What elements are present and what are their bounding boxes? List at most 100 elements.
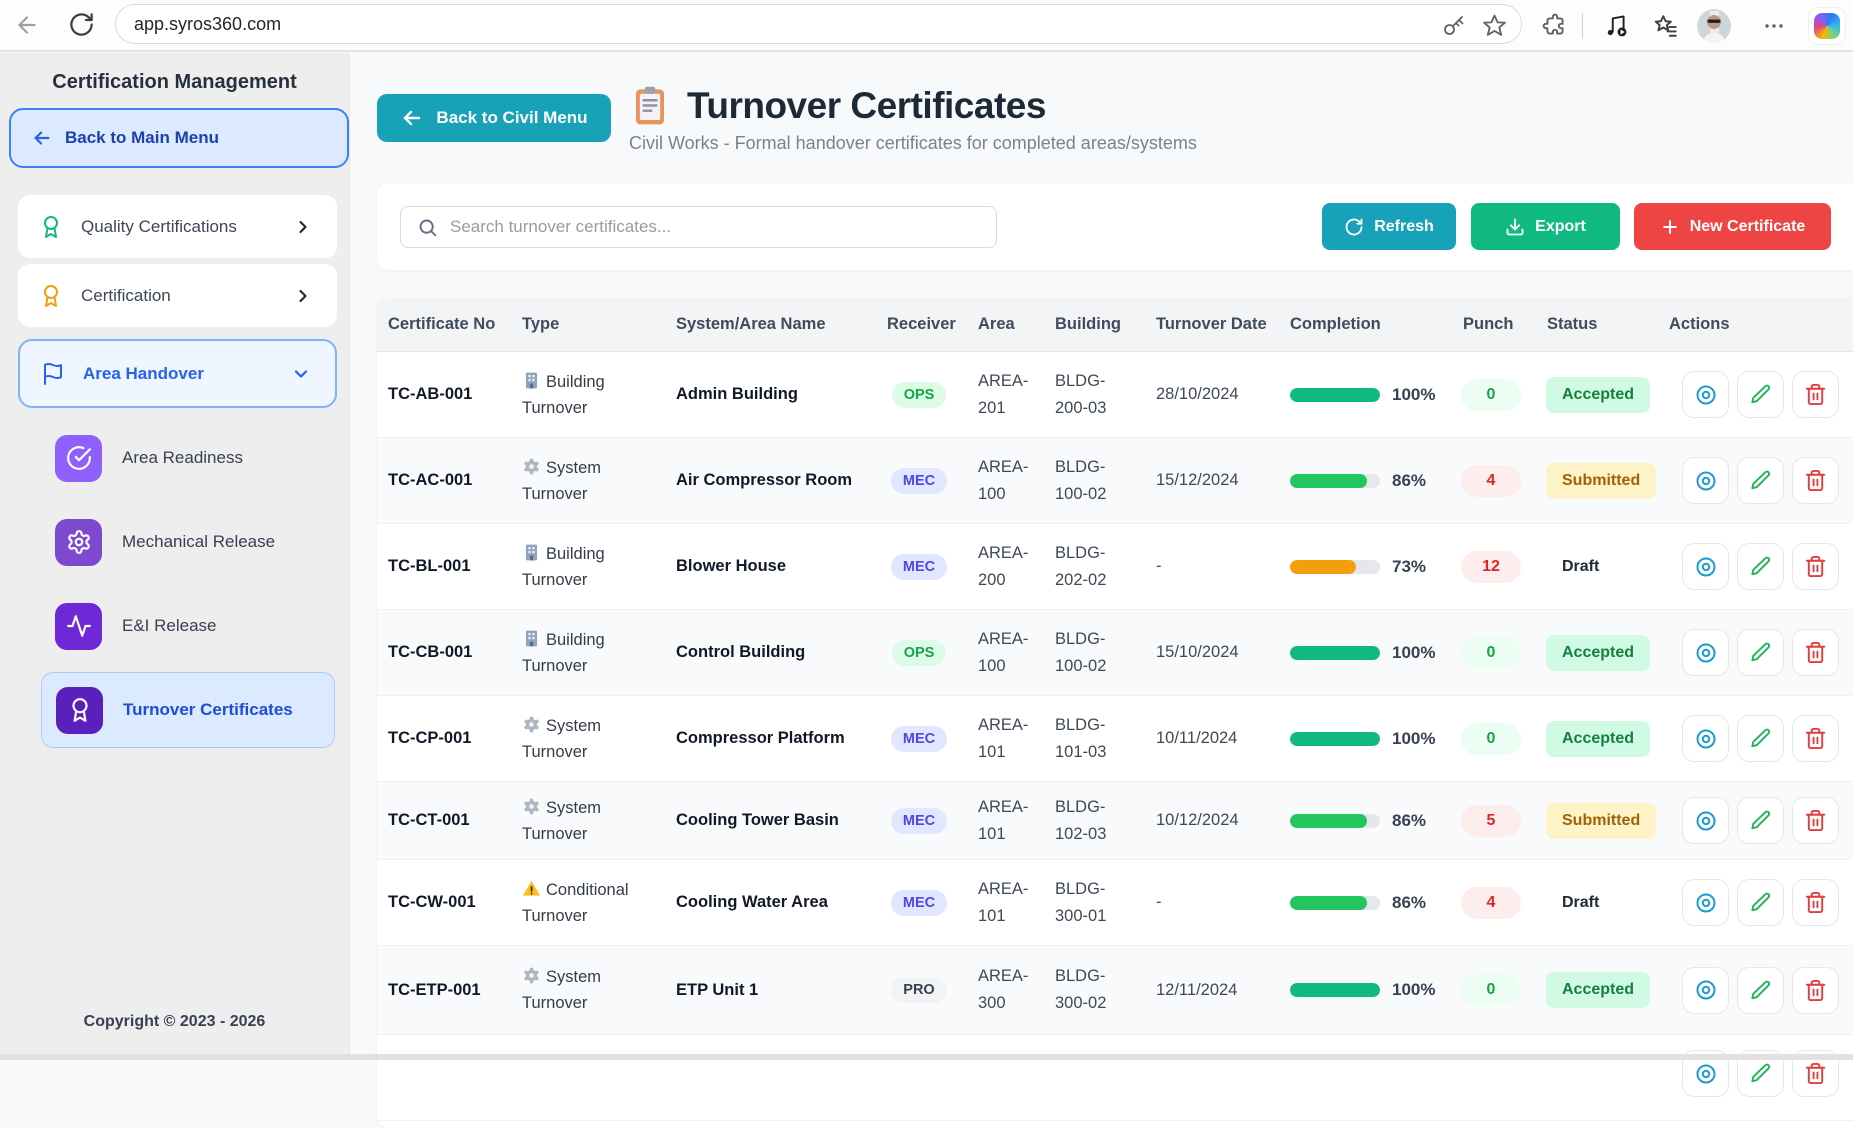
view-button[interactable] — [1682, 715, 1729, 762]
delete-button[interactable] — [1792, 629, 1839, 676]
sidebar-item-turnover-certificates[interactable]: Turnover Certificates — [41, 672, 335, 748]
delete-button[interactable] — [1792, 543, 1839, 590]
type-cell: System Turnover — [522, 696, 667, 781]
column-completion: Completion — [1290, 298, 1465, 351]
edit-button[interactable] — [1737, 967, 1784, 1014]
browser-reload-icon[interactable] — [68, 11, 95, 38]
progress-fill — [1290, 646, 1380, 660]
table-header: Certificate No Type System/Area Name Rec… — [377, 298, 1853, 352]
sidebar-item-certification[interactable]: Certification — [18, 264, 337, 327]
sidebar-item-quality-certifications[interactable]: Quality Certifications — [18, 195, 337, 258]
building-cell: BLDG-101-03 — [1055, 696, 1147, 781]
delete-button[interactable] — [1792, 967, 1839, 1014]
table-body: TC-AB-001Building TurnoverAdmin Building… — [377, 352, 1853, 1121]
password-key-icon[interactable] — [1442, 14, 1466, 38]
delete-button[interactable] — [1792, 879, 1839, 926]
pencil-icon — [1749, 979, 1772, 1002]
address-bar[interactable]: app.syros360.com — [115, 4, 1522, 44]
url-text[interactable]: app.syros360.com — [134, 14, 281, 35]
favorite-star-icon[interactable] — [1482, 13, 1507, 38]
copilot-icon[interactable] — [1808, 7, 1846, 45]
trash-icon — [1804, 891, 1827, 914]
progress-track — [1290, 388, 1380, 402]
progress-track — [1290, 560, 1380, 574]
row-actions — [1682, 1035, 1839, 1120]
extensions-puzzle-icon[interactable] — [1542, 13, 1568, 39]
type-cell: System Turnover — [522, 946, 667, 1034]
settings-more-icon[interactable] — [1762, 14, 1786, 38]
row-actions — [1682, 946, 1839, 1034]
horizontal-scrollbar[interactable] — [0, 1054, 1853, 1060]
edit-button[interactable] — [1737, 629, 1784, 676]
pencil-icon — [1749, 469, 1772, 492]
type-cell: System Turnover — [522, 782, 667, 859]
edit-button[interactable] — [1737, 371, 1784, 418]
new-certificate-button[interactable]: New Certificate — [1634, 203, 1831, 250]
receiver-badge: MEC — [891, 468, 947, 494]
search-input[interactable] — [450, 217, 996, 237]
eye-icon — [1694, 469, 1718, 493]
trash-icon — [1804, 469, 1827, 492]
edit-button[interactable] — [1737, 715, 1784, 762]
search-icon — [417, 217, 438, 238]
browser-back-icon[interactable] — [14, 12, 40, 38]
edit-button[interactable] — [1737, 543, 1784, 590]
column-area: Area — [978, 298, 1048, 351]
view-button[interactable] — [1682, 879, 1729, 926]
building-cell: BLDG-100-02 — [1055, 610, 1147, 695]
delete-button[interactable] — [1792, 371, 1839, 418]
eye-icon — [1694, 727, 1718, 751]
column-punch: Punch — [1463, 298, 1513, 351]
punch-count: 5 — [1461, 805, 1521, 837]
table-row: TC-BL-001Building TurnoverBlower HouseME… — [377, 524, 1853, 610]
warning-icon — [522, 879, 541, 898]
progress-track — [1290, 474, 1380, 488]
completion-percent: 100% — [1392, 643, 1435, 663]
punch-count: 12 — [1461, 551, 1521, 583]
sidebar-item-mechanical-release[interactable]: Mechanical Release — [41, 504, 335, 580]
favorites-list-icon[interactable] — [1653, 13, 1679, 39]
view-button[interactable] — [1682, 629, 1729, 676]
receiver-cell: MEC — [889, 782, 949, 859]
edit-button[interactable] — [1737, 457, 1784, 504]
delete-button[interactable] — [1792, 457, 1839, 504]
back-to-civil-menu-button[interactable]: Back to Civil Menu — [377, 94, 611, 142]
delete-button[interactable] — [1792, 797, 1839, 844]
row-actions — [1682, 860, 1839, 945]
view-button[interactable] — [1682, 967, 1729, 1014]
status-cell: Submitted — [1546, 782, 1686, 859]
sidebar-item-label: Quality Certifications — [81, 217, 275, 237]
export-button[interactable]: Export — [1471, 203, 1620, 250]
eye-icon — [1694, 383, 1718, 407]
punch-count: 0 — [1461, 723, 1521, 755]
status-cell: Accepted — [1546, 946, 1686, 1034]
area-cell: AREA-101 — [978, 860, 1048, 945]
table-row: TC-CP-001System TurnoverCompressor Platf… — [377, 696, 1853, 782]
delete-button[interactable] — [1792, 715, 1839, 762]
receiver-badge: OPS — [892, 382, 947, 408]
view-button[interactable] — [1682, 543, 1729, 590]
punch-cell: 0 — [1461, 610, 1521, 695]
media-controls-icon[interactable] — [1603, 13, 1629, 39]
status-badge: Submitted — [1546, 803, 1656, 839]
completion-cell: 100% — [1290, 946, 1465, 1034]
edit-button[interactable] — [1737, 797, 1784, 844]
receiver-cell: MEC — [889, 860, 949, 945]
sidebar-item-ei-release[interactable]: E&I Release — [41, 588, 335, 664]
award-icon — [56, 687, 103, 734]
back-to-main-menu-button[interactable]: Back to Main Menu — [9, 108, 349, 168]
refresh-button[interactable]: Refresh — [1322, 203, 1456, 250]
area-cell: AREA-101 — [978, 782, 1048, 859]
sidebar-item-area-readiness[interactable]: Area Readiness — [41, 420, 335, 496]
sidebar-item-label: E&I Release — [122, 616, 217, 636]
completion-cell: 86% — [1290, 860, 1465, 945]
completion-cell: 86% — [1290, 438, 1465, 523]
edit-button[interactable] — [1737, 879, 1784, 926]
profile-avatar[interactable] — [1697, 9, 1731, 43]
view-button[interactable] — [1682, 371, 1729, 418]
view-button[interactable] — [1682, 457, 1729, 504]
column-turnover-date: Turnover Date — [1156, 298, 1284, 351]
turnover-date: 15/12/2024 — [1156, 438, 1284, 523]
sidebar-item-area-handover[interactable]: Area Handover — [18, 339, 337, 408]
view-button[interactable] — [1682, 797, 1729, 844]
